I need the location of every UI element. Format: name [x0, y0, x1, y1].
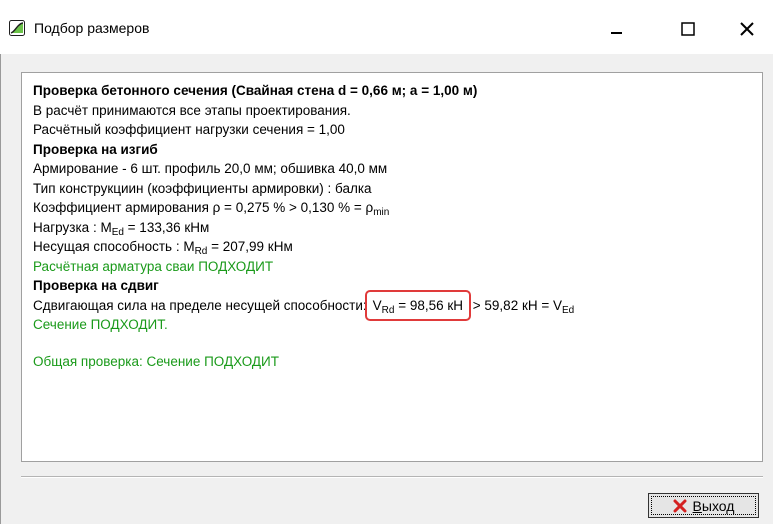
- close-button[interactable]: [727, 12, 767, 46]
- load-value: = 133,36 кНм: [123, 219, 210, 235]
- vrd-symbol: V: [372, 297, 382, 313]
- design-stages-line: В расчёт принимаются все этапы проектиро…: [33, 102, 351, 118]
- exit-button[interactable]: Выход: [648, 493, 759, 518]
- minimize-button[interactable]: [597, 12, 637, 46]
- window-title: Подбор размеров: [34, 20, 150, 36]
- report-panel: Проверка бетонного сечения (Свайная стен…: [21, 72, 763, 462]
- shear-force-line: Сдвигающая сила на пределе несущей спосо…: [33, 289, 751, 321]
- capacity-subscript: Rd: [194, 246, 208, 257]
- maximize-button[interactable]: [668, 12, 708, 46]
- reinforcement-ratio-line: Коэффициент армирования ρ = 0,275 % > 0,…: [33, 198, 751, 218]
- ratio-subscript: min: [373, 207, 390, 218]
- overall-result: Общая проверка: Сечение ПОДХОДИТ: [33, 353, 279, 369]
- vrd-value: = 98,56 кН: [394, 297, 464, 313]
- load-factor-line: Расчётный коэффициент нагрузки сечения =…: [33, 122, 345, 137]
- load-text: Нагрузка : M: [33, 219, 112, 235]
- vrd-highlight: VRd = 98,56 кН: [364, 289, 472, 321]
- minimize-icon: [611, 32, 622, 34]
- concrete-check-heading: Проверка бетонного сечения (Свайная стен…: [33, 83, 478, 98]
- exit-label: ыход: [701, 497, 735, 514]
- window-left-edge: [0, 54, 1, 524]
- close-icon: [740, 22, 754, 36]
- title-bar: Подбор размеров: [0, 0, 773, 54]
- capacity-text: Несущая способность : M: [33, 239, 195, 254]
- app-icon: [9, 20, 25, 36]
- capacity-line: Несущая способность : MRd = 207,99 кНм: [33, 237, 751, 257]
- ratio-text: Коэффициент армирования ρ = 0,275 % > 0,…: [33, 200, 374, 215]
- construction-type-line: Тип конструкциин (коэффициенты армировки…: [33, 180, 372, 196]
- shear-comparison: > 59,82 кН = V: [469, 297, 562, 313]
- capacity-value: = 207,99 кНм: [207, 239, 293, 254]
- load-subscript: Ed: [111, 226, 124, 238]
- reinforcement-line: Армирование - 6 шт. профиль 20,0 мм; обш…: [33, 161, 388, 176]
- shear-force-text: Сдвигающая сила на пределе несущей спосо…: [33, 297, 367, 313]
- maximize-icon: [681, 22, 695, 36]
- load-line: Нагрузка : MEd = 133,36 кНм: [33, 218, 751, 238]
- ved-subscript: Ed: [562, 304, 575, 316]
- vrd-subscript: Rd: [381, 304, 395, 316]
- close-x-icon: [673, 499, 687, 513]
- bending-result: Расчётная арматура сваи ПОДХОДИТ: [33, 258, 274, 274]
- exit-accelerator: В: [692, 497, 702, 514]
- bending-check-heading: Проверка на изгиб: [33, 141, 158, 157]
- footer-separator: [21, 476, 763, 478]
